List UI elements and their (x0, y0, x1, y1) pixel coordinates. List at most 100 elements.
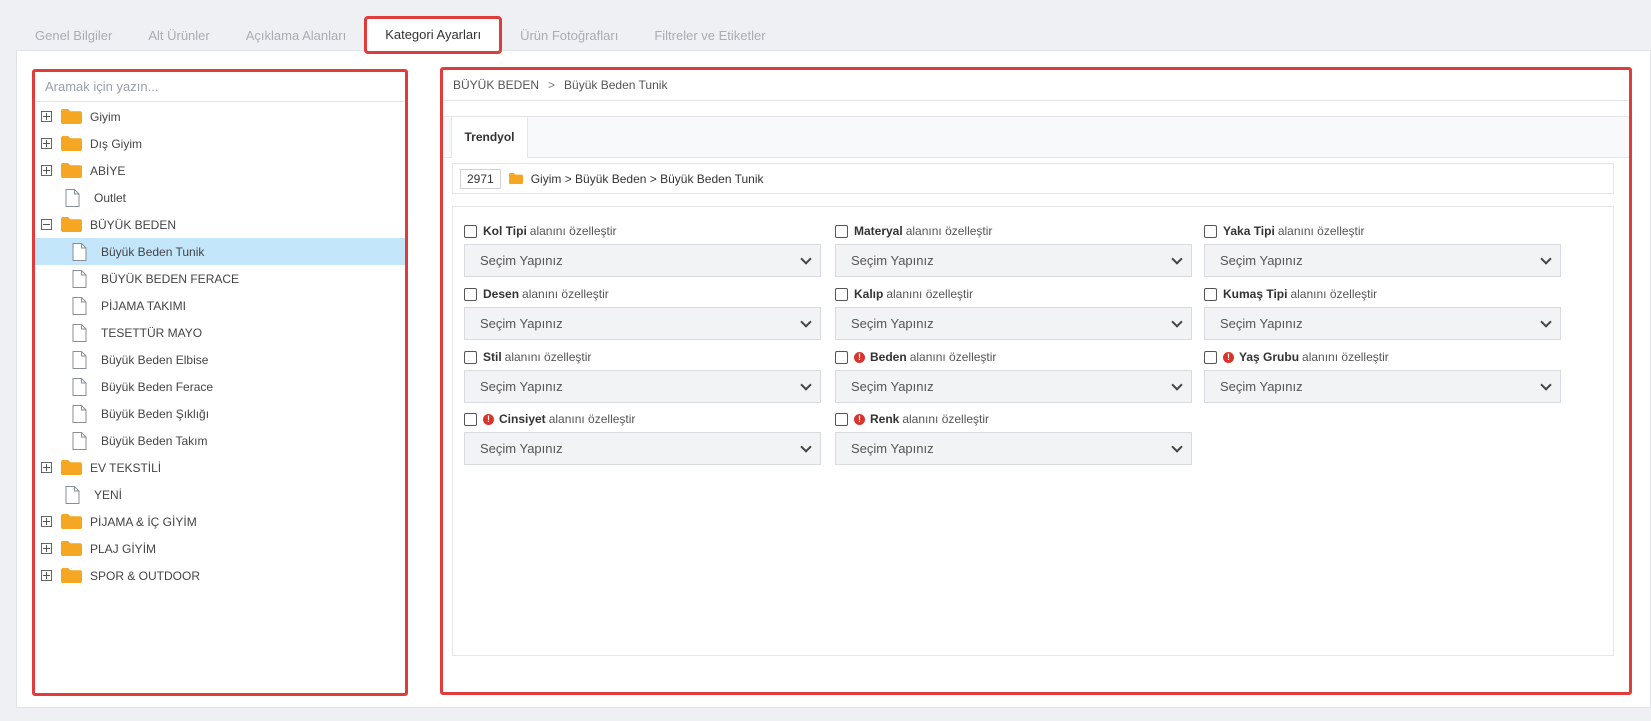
tree-item-buyuk-beden-elbise[interactable]: Büyük Beden Elbise (35, 346, 405, 373)
tree-item-pijama-takimi[interactable]: PİJAMA TAKIMI (35, 292, 405, 319)
field-label-suffix: alanını özelleştir (1277, 224, 1365, 238)
tab-kategori-ayarlari[interactable]: Kategori Ayarları (364, 16, 503, 54)
customize-checkbox[interactable] (464, 412, 477, 426)
field-desen: Desen alanını özelleştir Seçim Yapınız (464, 286, 821, 340)
breadcrumb: BÜYÜK BEDEN > Büyük Beden Tunik (443, 70, 1629, 101)
tree-item-label: TESETTÜR MAYO (101, 325, 203, 340)
tree-item-buyuk-beden[interactable]: BÜYÜK BEDEN (35, 211, 405, 238)
folder-icon (61, 514, 82, 529)
tree-item-dis-giyim[interactable]: Dış Giyim (35, 130, 405, 157)
field-label-suffix: alanını özelleştir (909, 350, 997, 364)
desen-select[interactable]: Seçim Yapınız (464, 307, 821, 340)
customize-checkbox[interactable] (835, 350, 848, 364)
beden-select[interactable]: Seçim Yapınız (835, 370, 1192, 403)
breadcrumb-parent[interactable]: BÜYÜK BEDEN (453, 78, 539, 92)
tree-item-abiye[interactable]: ABİYE (35, 157, 405, 184)
tab-trendyol[interactable]: Trendyol (451, 117, 528, 158)
field-label: ! Yaş Grubu alanını özelleştir (1204, 349, 1561, 365)
collapse-icon[interactable] (41, 219, 52, 230)
kalip-select[interactable]: Seçim Yapınız (835, 307, 1192, 340)
field-label-suffix: alanını özelleştir (1290, 287, 1378, 301)
field-cinsiyet: ! Cinsiyet alanını özelleştir Seçim Yapınız (464, 411, 821, 465)
customize-checkbox[interactable] (1204, 224, 1217, 238)
tree-item-label: BÜYÜK BEDEN (90, 217, 177, 232)
yas-grubu-select[interactable]: Seçim Yapınız (1204, 370, 1561, 403)
tree-item-label: ABİYE (90, 163, 126, 178)
tree-item-buyuk-beden-sikligi[interactable]: Büyük Beden Şıklığı (35, 400, 405, 427)
tree-item-label: YENİ (94, 487, 123, 502)
file-icon (72, 431, 87, 450)
field-label: Stil alanını özelleştir (464, 349, 821, 365)
tree-item-buyuk-beden-ferace[interactable]: Büyük Beden Ferace (35, 373, 405, 400)
tree-item-giyim[interactable]: Giyim (35, 103, 405, 130)
tab-urun-fotograflari[interactable]: Ürün Fotoğrafları (502, 20, 636, 51)
field-name: Desen (483, 287, 520, 301)
expand-icon[interactable] (41, 516, 52, 527)
expand-icon[interactable] (41, 111, 52, 122)
tab-genel-bilgiler[interactable]: Genel Bilgiler (17, 20, 130, 51)
file-icon (72, 323, 87, 342)
tree-item-plaj-giyim[interactable]: PLAJ GİYİM (35, 535, 405, 562)
folder-icon (61, 136, 82, 151)
field-name: Kol Tipi (483, 224, 527, 238)
select-value: Seçim Yapınız (480, 379, 563, 394)
customize-checkbox[interactable] (835, 287, 848, 301)
tree-item-label: Büyük Beden Elbise (101, 352, 209, 367)
customize-checkbox[interactable] (835, 412, 848, 426)
customize-checkbox[interactable] (1204, 287, 1217, 301)
file-icon (72, 296, 87, 315)
marketplace-tab-bar: Trendyol (443, 117, 1629, 158)
tree-item-buyuk-beden-takim[interactable]: Büyük Beden Takım (35, 427, 405, 454)
customize-checkbox[interactable] (1204, 350, 1217, 364)
yaka-tipi-select[interactable]: Seçim Yapınız (1204, 244, 1561, 277)
field-label-suffix: alanını özelleştir (905, 224, 993, 238)
folder-icon (61, 217, 82, 232)
tree-item-label: EV TEKSTİLİ (90, 460, 162, 475)
renk-select[interactable]: Seçim Yapınız (835, 432, 1192, 465)
expand-icon[interactable] (41, 462, 52, 473)
tree-item-label: BÜYÜK BEDEN FERACE (101, 271, 240, 286)
field-label-suffix: alanını özelleştir (1302, 350, 1389, 364)
select-value: Seçim Yapınız (851, 379, 934, 394)
file-icon (72, 404, 87, 423)
materyal-select[interactable]: Seçim Yapınız (835, 244, 1192, 277)
tab-aciklama-alanlari[interactable]: Açıklama Alanları (228, 20, 364, 51)
tree-item-buyuk-beden-tunik[interactable]: Büyük Beden Tunik (35, 238, 405, 265)
tree-item-label: SPOR & OUTDOOR (90, 568, 201, 583)
chevron-down-icon (1171, 440, 1183, 453)
tree-item-spor-outdoor[interactable]: SPOR & OUTDOOR (35, 562, 405, 589)
kol-tipi-select[interactable]: Seçim Yapınız (464, 244, 821, 277)
tree-item-tesettur-mayo[interactable]: TESETTÜR MAYO (35, 319, 405, 346)
customize-checkbox[interactable] (464, 224, 477, 238)
customize-checkbox[interactable] (464, 350, 477, 364)
tree-item-label: Dış Giyim (90, 136, 142, 151)
expand-icon[interactable] (41, 138, 52, 149)
chevron-down-icon (800, 440, 812, 453)
field-materyal: Materyal alanını özelleştir Seçim Yapınız (835, 223, 1192, 277)
category-settings-panel: BÜYÜK BEDEN > Büyük Beden Tunik Trendyol 2… (440, 67, 1632, 695)
select-value: Seçim Yapınız (851, 316, 934, 331)
tree-item-ev-tekstili[interactable]: EV TEKSTİLİ (35, 454, 405, 481)
field-label: Materyal alanını özelleştir (835, 223, 1192, 239)
tree-item-yeni[interactable]: YENİ (35, 481, 405, 508)
expand-icon[interactable] (41, 543, 52, 554)
tree-item-buyuk-beden-ferace[interactable]: BÜYÜK BEDEN FERACE (35, 265, 405, 292)
kumas-tipi-select[interactable]: Seçim Yapınız (1204, 307, 1561, 340)
customize-checkbox[interactable] (835, 224, 848, 238)
customize-checkbox[interactable] (464, 287, 477, 301)
tree-item-outlet[interactable]: Outlet (35, 184, 405, 211)
stil-select[interactable]: Seçim Yapınız (464, 370, 821, 403)
select-value: Seçim Yapınız (851, 441, 934, 456)
field-label-suffix: alanını özelleştir (504, 350, 592, 364)
expand-icon[interactable] (41, 165, 52, 176)
cinsiyet-select[interactable]: Seçim Yapınız (464, 432, 821, 465)
category-search-input[interactable] (35, 72, 405, 102)
warning-icon: ! (854, 413, 865, 425)
chevron-down-icon (1171, 252, 1183, 265)
category-tree-panel: Giyim Dış Giyim ABİYE Outlet BÜYÜK BEDEN Büyü… (32, 69, 408, 696)
expand-icon[interactable] (41, 570, 52, 581)
tab-alt-urunler[interactable]: Alt Ürünler (130, 20, 227, 51)
tree-item-pijama-ic-giyim[interactable]: PİJAMA & İÇ GİYİM (35, 508, 405, 535)
tab-filtreler-etiketler[interactable]: Filtreler ve Etiketler (636, 20, 783, 51)
field-yaka-tipi: Yaka Tipi alanını özelleştir Seçim Yapınız (1204, 223, 1561, 277)
